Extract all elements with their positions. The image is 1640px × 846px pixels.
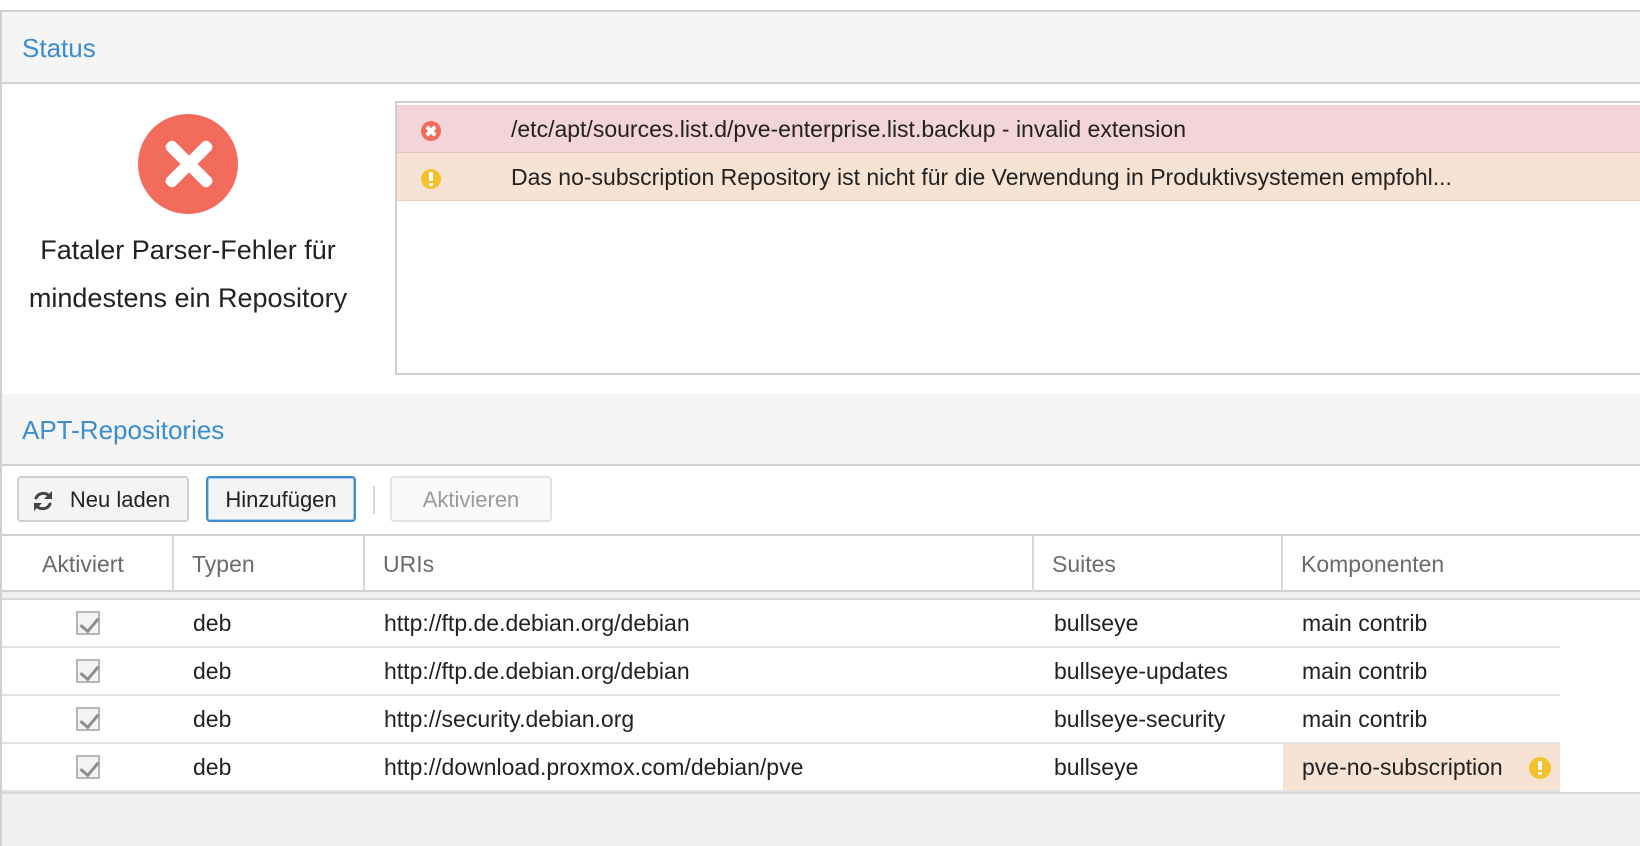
column-header-types[interactable]: Typen [174,536,365,592]
components-cell: main contrib [1302,706,1428,732]
type-cell: deb [193,706,232,732]
enabled-checkbox[interactable] [76,755,100,779]
table-row[interactable]: deb http://ftp.de.debian.org/debian bull… [2,600,1560,648]
issue-row-warning[interactable]: Das no-subscription Repository ist nicht… [397,153,1640,201]
toolbar-separator [373,486,375,514]
table-row[interactable]: deb http://ftp.de.debian.org/debian bull… [2,648,1560,696]
uri-cell: http://download.proxmox.com/debian/pve [384,754,804,780]
enabled-checkbox[interactable] [76,659,100,683]
issue-message: /etc/apt/sources.list.d/pve-enterprise.l… [511,116,1186,142]
suite-cell: bullseye [1054,754,1139,780]
warning-icon [1529,757,1551,779]
suite-cell: bullseye [1054,610,1139,636]
repos-toolbar: Neu laden Hinzufügen Aktivieren [2,466,1640,534]
components-cell: main contrib [1302,658,1428,684]
add-button[interactable]: Hinzufügen [206,476,356,522]
uri-cell: http://security.debian.org [384,706,635,732]
table-row[interactable]: deb http://security.debian.org bullseye-… [2,696,1560,744]
error-icon [421,121,441,141]
type-cell: deb [193,658,232,684]
grid-header: Aktiviert Typen URIs Suites Komponenten [2,534,1640,592]
activate-button-label: Aktivieren [422,487,520,512]
issue-message: Das no-subscription Repository ist nicht… [511,164,1452,190]
refresh-icon [34,491,52,511]
activate-button[interactable]: Aktivieren [390,476,552,522]
components-cell-warning: pve-no-subscription [1283,744,1560,790]
add-button-label: Hinzufügen [225,487,337,512]
components-value: pve-no-subscription [1302,754,1503,780]
vertical-scrollbar-track[interactable] [1560,600,1640,792]
reload-button[interactable]: Neu laden [17,476,189,522]
table-row[interactable]: deb http://download.proxmox.com/debian/p… [2,744,1560,792]
error-circle-icon [138,114,238,214]
suite-cell: bullseye-updates [1054,658,1228,684]
column-header-enabled[interactable]: Aktiviert [2,536,174,592]
warning-icon [421,169,441,189]
status-summary-text: Fataler Parser-Fehler für mindestens ein… [28,235,348,313]
type-cell: deb [193,610,232,636]
status-panel-header: Status [2,12,1640,84]
grid-bottom-bar [2,792,1640,846]
suite-cell: bullseye-security [1054,706,1226,732]
column-header-uris[interactable]: URIs [365,536,1034,592]
column-header-suites[interactable]: Suites [1034,536,1283,592]
column-header-components[interactable]: Komponenten [1283,536,1640,592]
components-cell: main contrib [1302,610,1428,636]
uri-cell: http://ftp.de.debian.org/debian [384,610,690,636]
enabled-checkbox[interactable] [76,611,100,635]
issue-row-error[interactable]: /etc/apt/sources.list.d/pve-enterprise.l… [397,105,1640,153]
repos-panel-header: APT-Repositories [2,394,1640,466]
reload-button-label: Neu laden [69,487,171,512]
type-cell: deb [193,754,232,780]
grid-header-gap [2,592,1640,600]
repos-panel-title: APT-Repositories [22,415,225,445]
uri-cell: http://ftp.de.debian.org/debian [384,658,690,684]
enabled-checkbox[interactable] [76,707,100,731]
status-panel-title: Status [22,33,96,63]
issues-list: /etc/apt/sources.list.d/pve-enterprise.l… [395,101,1640,375]
